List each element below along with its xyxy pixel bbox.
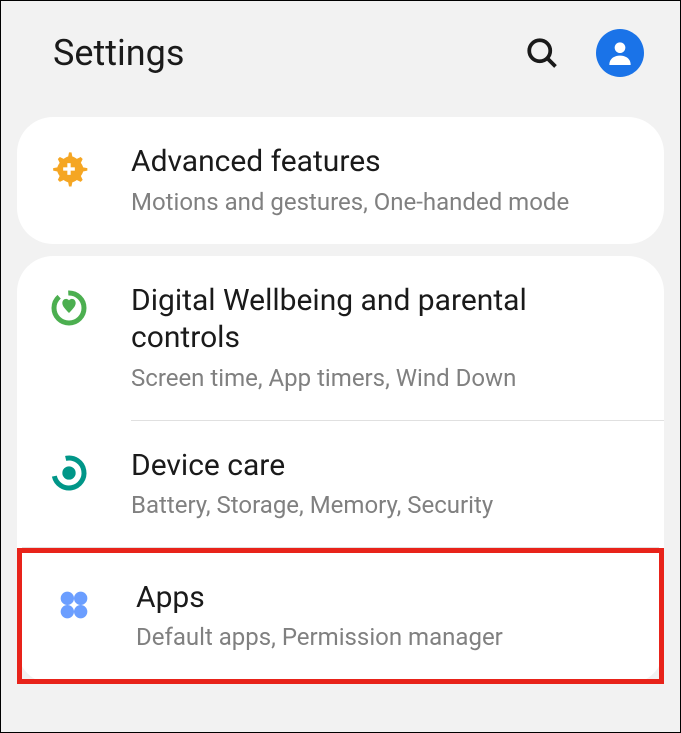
settings-card-0: Advanced features Motions and gestures, … bbox=[17, 117, 664, 244]
item-title: Digital Wellbeing and parental controls bbox=[131, 282, 640, 357]
settings-card-1: Digital Wellbeing and parental controls … bbox=[17, 256, 664, 685]
gear-plus-icon bbox=[47, 147, 91, 191]
item-title: Apps bbox=[136, 579, 635, 617]
settings-item-digital-wellbeing[interactable]: Digital Wellbeing and parental controls … bbox=[17, 256, 664, 420]
item-subtitle: Motions and gestures, One-handed mode bbox=[131, 187, 640, 218]
item-subtitle: Default apps, Permission manager bbox=[136, 622, 635, 653]
search-icon bbox=[524, 35, 560, 71]
apps-grid-icon bbox=[52, 583, 96, 627]
header-actions bbox=[520, 29, 644, 77]
item-title: Advanced features bbox=[131, 143, 640, 181]
page-title: Settings bbox=[53, 32, 520, 74]
settings-header: Settings bbox=[1, 1, 680, 105]
item-content: Advanced features Motions and gestures, … bbox=[131, 143, 640, 218]
settings-item-apps[interactable]: Apps Default apps, Permission manager bbox=[17, 548, 664, 685]
item-content: Digital Wellbeing and parental controls … bbox=[131, 282, 640, 394]
item-content: Apps Default apps, Permission manager bbox=[136, 579, 635, 654]
settings-item-device-care[interactable]: Device care Battery, Storage, Memory, Se… bbox=[17, 421, 664, 548]
settings-item-advanced-features[interactable]: Advanced features Motions and gestures, … bbox=[17, 117, 664, 244]
search-button[interactable] bbox=[520, 31, 564, 75]
item-subtitle: Screen time, App timers, Wind Down bbox=[131, 363, 640, 394]
profile-button[interactable] bbox=[596, 29, 644, 77]
item-subtitle: Battery, Storage, Memory, Security bbox=[131, 490, 640, 521]
item-title: Device care bbox=[131, 447, 640, 485]
wellbeing-icon bbox=[47, 286, 91, 330]
person-icon bbox=[604, 37, 636, 69]
item-content: Device care Battery, Storage, Memory, Se… bbox=[131, 447, 640, 522]
device-care-icon bbox=[47, 451, 91, 495]
